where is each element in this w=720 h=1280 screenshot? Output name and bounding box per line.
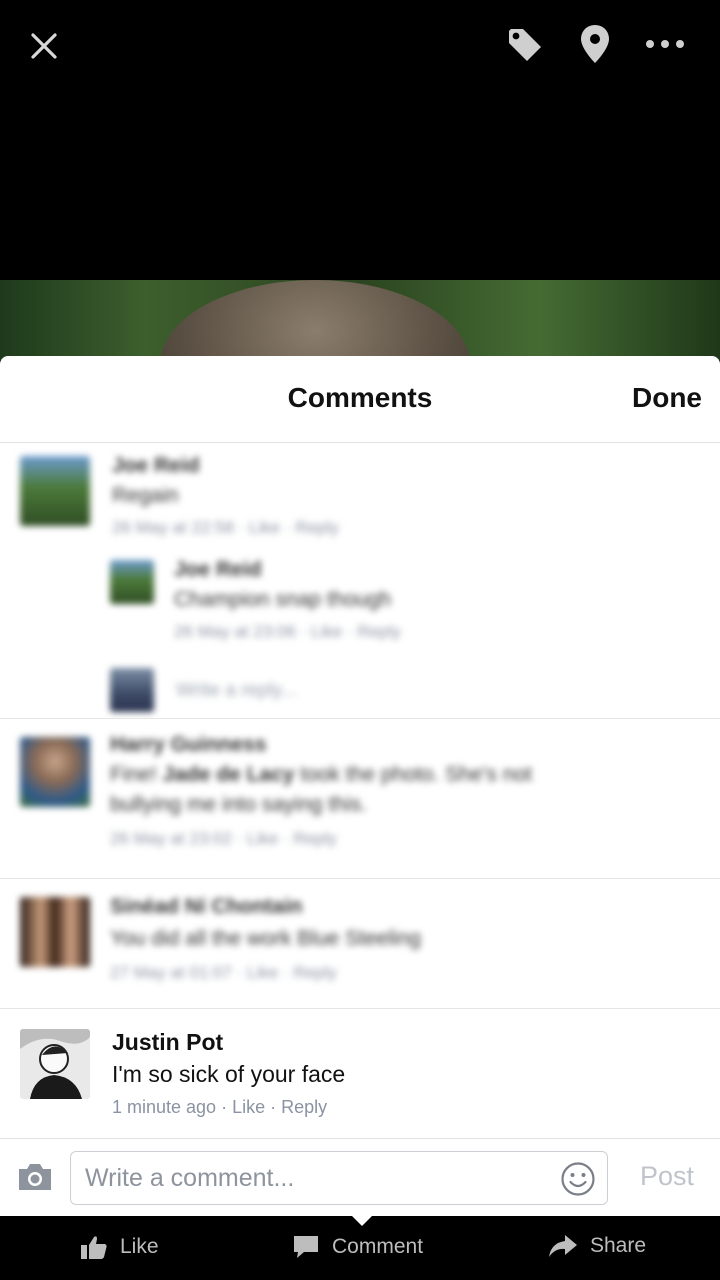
comment-meta: 27 May at 01:07 · Like · Reply xyxy=(110,963,337,982)
comment-text: Regain xyxy=(112,484,179,507)
comment-composer: Post xyxy=(0,1138,720,1217)
share-label: Share xyxy=(590,1234,647,1257)
reply-link[interactable]: Reply xyxy=(281,1097,327,1117)
tagged-person[interactable]: Jade de Lacy xyxy=(163,763,295,786)
like-label: Like xyxy=(120,1235,159,1258)
camera-icon[interactable] xyxy=(14,1157,56,1197)
comment-text-part: Fine! xyxy=(110,763,163,786)
sheet-title: Comments xyxy=(287,382,433,413)
photo-preview xyxy=(0,280,720,360)
reply-item: Joe Reid Champion snap though 26 May at … xyxy=(0,552,720,642)
comment-author[interactable]: Joe Reid xyxy=(112,454,200,478)
comment-text: I'm so sick of your face xyxy=(112,1061,346,1087)
comment-item: Justin Pot I'm so sick of your face 1 mi… xyxy=(0,1009,720,1137)
comment-meta: 26 May at 23:02 · Like · Reply xyxy=(110,829,337,848)
like-link[interactable]: Like xyxy=(232,1097,265,1117)
avatar[interactable] xyxy=(20,897,90,967)
emoji-icon[interactable] xyxy=(559,1160,597,1198)
like-button[interactable]: Like xyxy=(80,1234,159,1260)
avatar[interactable] xyxy=(20,1029,90,1099)
comment-input-box[interactable] xyxy=(70,1151,608,1205)
speech-bubble-icon xyxy=(294,1236,318,1258)
comment-meta: 26 May at 22:58 · Like · Reply xyxy=(112,518,339,537)
comment-input[interactable] xyxy=(83,1160,547,1196)
comment-item: Harry Guinness Fine! Jade de Lacy took t… xyxy=(0,719,720,869)
comment-button[interactable]: Comment xyxy=(292,1234,423,1260)
comment-text: Fine! Jade de Lacy took the photo. She's… xyxy=(110,763,532,787)
comment-author[interactable]: Sinéad Ní Chontain xyxy=(110,895,303,919)
comment-meta: 26 May at 23:06 · Like · Reply xyxy=(174,622,401,641)
comments-sheet: Comments Done Joe Reid Regain 26 May at … xyxy=(0,356,720,1216)
share-arrow-icon xyxy=(549,1235,577,1257)
comment-meta: 1 minute ago · Like · Reply xyxy=(112,1097,328,1117)
comment-item: Joe Reid Regain 26 May at 22:58 · Like ·… xyxy=(0,442,720,537)
post-button[interactable]: Post xyxy=(640,1161,694,1192)
sheet-header: Comments Done xyxy=(0,356,720,443)
comment-author[interactable]: Harry Guinness xyxy=(110,733,266,757)
share-button[interactable]: Share xyxy=(548,1234,646,1258)
comment-item: Sinéad Ní Chontain You did all the work … xyxy=(0,879,720,1007)
done-button[interactable]: Done xyxy=(632,382,702,414)
avatar[interactable] xyxy=(20,737,90,807)
photo-subject xyxy=(160,280,470,360)
comment-author[interactable]: Justin Pot xyxy=(112,1029,223,1056)
active-tab-notch xyxy=(348,1212,376,1226)
comment-text-line2: bullying me into saying this. xyxy=(110,793,367,816)
comment-author[interactable]: Joe Reid xyxy=(174,558,262,582)
avatar[interactable] xyxy=(110,560,154,604)
comment-text: You did all the work Blue Steeling xyxy=(110,927,421,950)
reply-composer[interactable]: Write a reply... xyxy=(0,662,720,718)
reply-input[interactable]: Write a reply... xyxy=(176,680,297,702)
comment-text: Champion snap though xyxy=(174,588,392,611)
avatar xyxy=(110,668,154,712)
close-icon[interactable] xyxy=(22,24,66,68)
location-pin-icon[interactable] xyxy=(572,20,618,68)
photo-toolbar xyxy=(0,0,720,90)
comment-text-part: took the photo. She's not xyxy=(294,763,532,786)
tag-icon[interactable] xyxy=(502,22,548,68)
comment-time: 1 minute ago xyxy=(112,1097,217,1117)
thumbs-up-icon xyxy=(81,1236,107,1259)
avatar[interactable] xyxy=(20,456,90,526)
more-icon[interactable] xyxy=(640,26,690,62)
comment-label: Comment xyxy=(332,1235,424,1258)
